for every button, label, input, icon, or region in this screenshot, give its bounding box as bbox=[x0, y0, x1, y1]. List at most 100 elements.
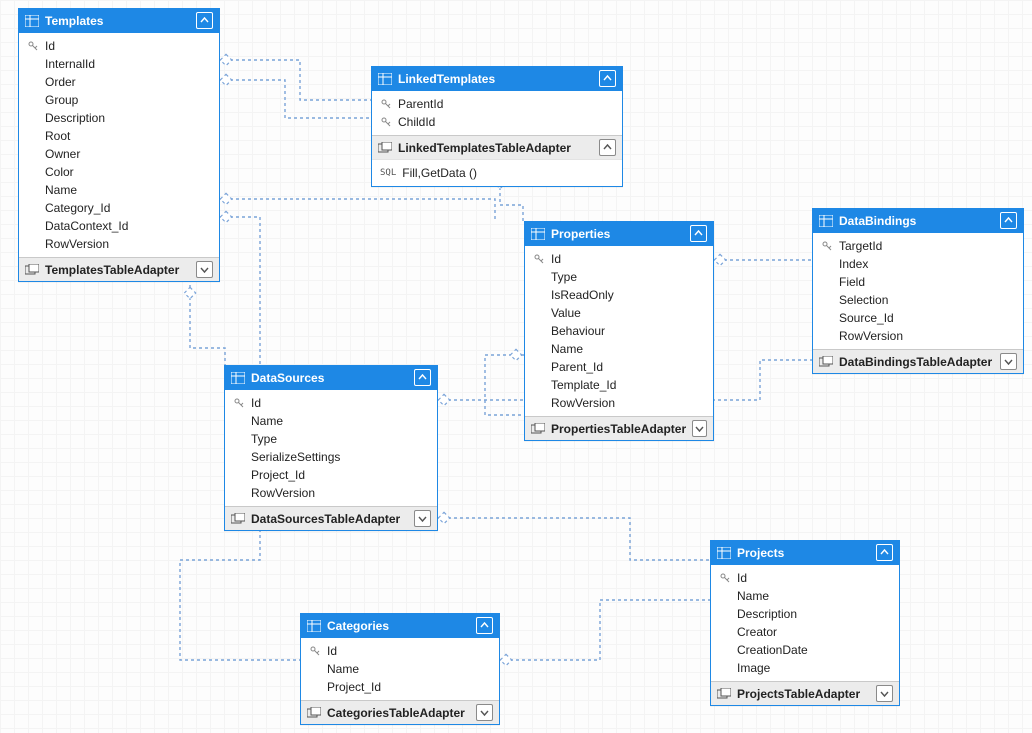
column-behaviour[interactable]: Behaviour bbox=[525, 322, 713, 340]
collapse-button[interactable] bbox=[196, 12, 213, 29]
column-type[interactable]: Type bbox=[225, 430, 437, 448]
column-selection[interactable]: Selection bbox=[813, 291, 1023, 309]
table-title: LinkedTemplates bbox=[398, 72, 593, 86]
column-childid[interactable]: ChildId bbox=[372, 113, 622, 131]
column-owner[interactable]: Owner bbox=[19, 145, 219, 163]
table-databindings[interactable]: DataBindings TargetId IndexFieldSelection… bbox=[812, 208, 1024, 374]
expand-button[interactable] bbox=[1000, 353, 1017, 370]
column-label: Owner bbox=[45, 147, 80, 161]
column-category_id[interactable]: Category_Id bbox=[19, 199, 219, 217]
column-description[interactable]: Description bbox=[711, 605, 899, 623]
column-label: Description bbox=[737, 607, 797, 621]
column-parent_id[interactable]: Parent_Id bbox=[525, 358, 713, 376]
column-label: TargetId bbox=[839, 239, 882, 253]
column-root[interactable]: Root bbox=[19, 127, 219, 145]
collapse-button[interactable] bbox=[876, 544, 893, 561]
adapter-icon bbox=[231, 513, 245, 525]
column-rowversion[interactable]: RowVersion bbox=[813, 327, 1023, 345]
column-template_id[interactable]: Template_Id bbox=[525, 376, 713, 394]
column-name[interactable]: Name bbox=[711, 587, 899, 605]
adapter-method[interactable]: SQL Fill,GetData () bbox=[372, 164, 622, 182]
primary-key-icon bbox=[309, 646, 321, 656]
table-adapter-bar[interactable]: DataBindingsTableAdapter bbox=[813, 349, 1023, 373]
column-project_id[interactable]: Project_Id bbox=[301, 678, 499, 696]
column-id[interactable]: Id bbox=[19, 37, 219, 55]
column-isreadonly[interactable]: IsReadOnly bbox=[525, 286, 713, 304]
table-header[interactable]: DataSources bbox=[225, 366, 437, 390]
column-color[interactable]: Color bbox=[19, 163, 219, 181]
column-source_id[interactable]: Source_Id bbox=[813, 309, 1023, 327]
table-header[interactable]: DataBindings bbox=[813, 209, 1023, 233]
expand-button[interactable] bbox=[196, 261, 213, 278]
column-name[interactable]: Name bbox=[19, 181, 219, 199]
table-projects[interactable]: Projects IdName Description CreatorCreatio… bbox=[710, 540, 900, 706]
column-name[interactable]: Name bbox=[525, 340, 713, 358]
collapse-button[interactable] bbox=[476, 617, 493, 634]
adapter-label: LinkedTemplatesTableAdapter bbox=[398, 141, 593, 155]
table-properties[interactable]: Properties IdTypeIsReadOnlyValueBehaviou… bbox=[524, 221, 714, 441]
datatable-icon bbox=[819, 215, 833, 227]
table-header[interactable]: Projects bbox=[711, 541, 899, 565]
table-header[interactable]: Properties bbox=[525, 222, 713, 246]
column-targetid[interactable]: TargetId bbox=[813, 237, 1023, 255]
column-type[interactable]: Type bbox=[525, 268, 713, 286]
column-serializesettings[interactable]: SerializeSettings bbox=[225, 448, 437, 466]
column-datacontext_id[interactable]: DataContext_Id bbox=[19, 217, 219, 235]
collapse-button[interactable] bbox=[599, 70, 616, 87]
column-order[interactable]: Order bbox=[19, 73, 219, 91]
expand-button[interactable] bbox=[692, 420, 707, 437]
table-title: Categories bbox=[327, 619, 470, 633]
datatable-icon bbox=[531, 228, 545, 240]
dataset-designer-canvas[interactable]: Templates IdInternalIdOrderGroupDescript… bbox=[0, 0, 1032, 733]
collapse-button[interactable] bbox=[690, 225, 707, 242]
column-id[interactable]: Id bbox=[711, 569, 899, 587]
table-adapter-bar[interactable]: PropertiesTableAdapter bbox=[525, 416, 713, 440]
expand-button[interactable] bbox=[414, 510, 431, 527]
column-name[interactable]: Name bbox=[225, 412, 437, 430]
column-image[interactable]: Image bbox=[711, 659, 899, 677]
column-creationdate[interactable]: CreationDate bbox=[711, 641, 899, 659]
adapter-label: DataSourcesTableAdapter bbox=[251, 512, 408, 526]
collapse-button[interactable] bbox=[1000, 212, 1017, 229]
table-datasources[interactable]: DataSources Id Name Type SerializeSettings P… bbox=[224, 365, 438, 531]
table-adapter-bar[interactable]: CategoriesTableAdapter bbox=[301, 700, 499, 724]
column-creator[interactable]: Creator bbox=[711, 623, 899, 641]
table-adapter-bar[interactable]: ProjectsTableAdapter bbox=[711, 681, 899, 705]
adapter-icon bbox=[25, 264, 39, 276]
table-header[interactable]: Templates bbox=[19, 9, 219, 33]
column-project_id[interactable]: Project_Id bbox=[225, 466, 437, 484]
column-id[interactable]: Id bbox=[225, 394, 437, 412]
column-index[interactable]: Index bbox=[813, 255, 1023, 273]
column-rowversion[interactable]: RowVersion bbox=[525, 394, 713, 412]
column-label: Name bbox=[251, 414, 283, 428]
field-list: TargetId IndexFieldSelection Source_Id RowV… bbox=[813, 233, 1023, 349]
table-linkedtemplates[interactable]: LinkedTemplates ParentIdChildId LinkedTe… bbox=[371, 66, 623, 187]
table-adapter-bar[interactable]: TemplatesTableAdapter bbox=[19, 257, 219, 281]
column-description[interactable]: Description bbox=[19, 109, 219, 127]
column-parentid[interactable]: ParentId bbox=[372, 95, 622, 113]
column-field[interactable]: Field bbox=[813, 273, 1023, 291]
collapse-button[interactable] bbox=[414, 369, 431, 386]
column-rowversion[interactable]: RowVersion bbox=[225, 484, 437, 502]
column-name[interactable]: Name bbox=[301, 660, 499, 678]
column-internalid[interactable]: InternalId bbox=[19, 55, 219, 73]
column-group[interactable]: Group bbox=[19, 91, 219, 109]
table-adapter-bar[interactable]: DataSourcesTableAdapter bbox=[225, 506, 437, 530]
expand-button[interactable] bbox=[476, 704, 493, 721]
column-id[interactable]: Id bbox=[301, 642, 499, 660]
expand-button[interactable] bbox=[599, 139, 616, 156]
table-header[interactable]: LinkedTemplates bbox=[372, 67, 622, 91]
column-label: SerializeSettings bbox=[251, 450, 340, 464]
column-label: Project_Id bbox=[251, 468, 305, 482]
adapter-label: PropertiesTableAdapter bbox=[551, 422, 686, 436]
table-header[interactable]: Categories bbox=[301, 614, 499, 638]
table-templates[interactable]: Templates IdInternalIdOrderGroupDescript… bbox=[18, 8, 220, 282]
column-value[interactable]: Value bbox=[525, 304, 713, 322]
expand-button[interactable] bbox=[876, 685, 893, 702]
column-id[interactable]: Id bbox=[525, 250, 713, 268]
column-label: Template_Id bbox=[551, 378, 616, 392]
table-categories[interactable]: Categories IdNameProject_Id CategoriesTa… bbox=[300, 613, 500, 725]
column-rowversion[interactable]: RowVersion bbox=[19, 235, 219, 253]
column-label: Source_Id bbox=[839, 311, 894, 325]
table-adapter-bar[interactable]: LinkedTemplatesTableAdapter bbox=[372, 135, 622, 159]
